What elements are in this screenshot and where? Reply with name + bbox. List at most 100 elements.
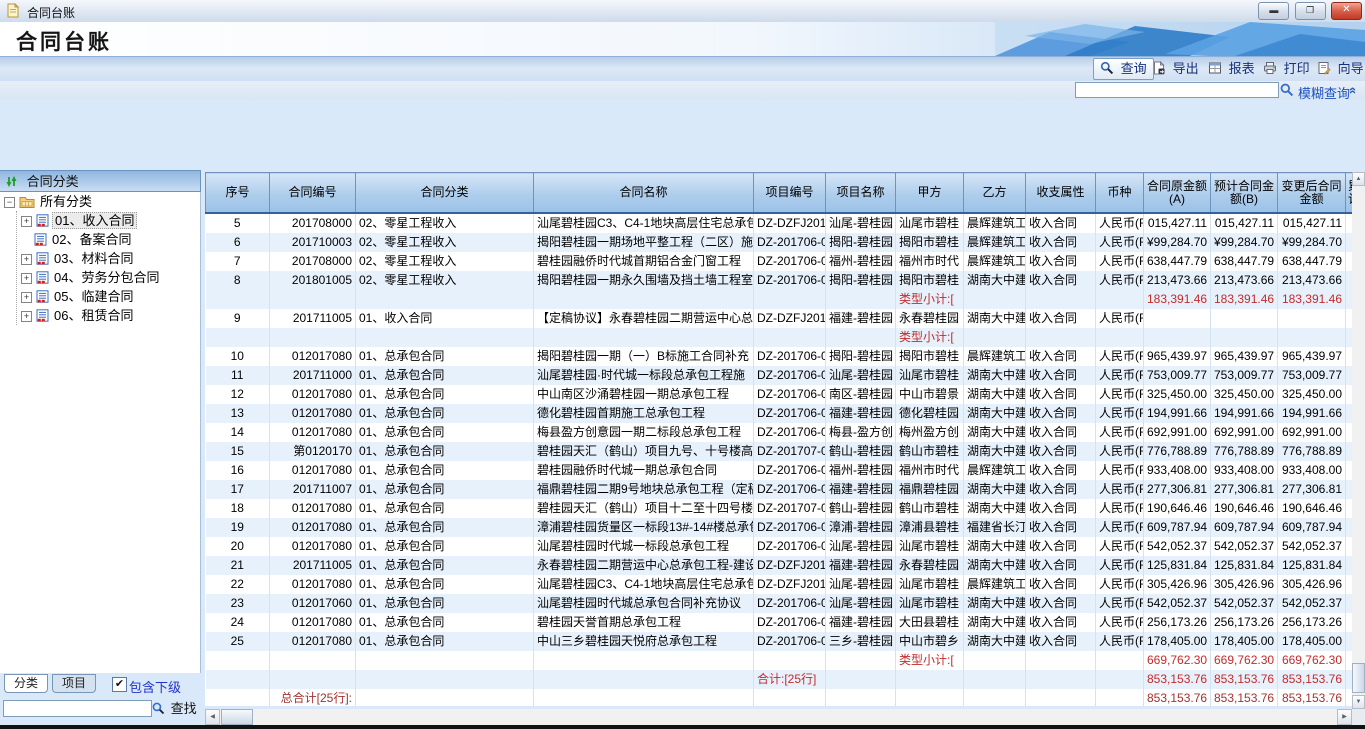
- table-row[interactable]: 15第012017001、总承包合同碧桂园天汇（鹤山）项目九号、十号楼高DZ-2…: [206, 442, 1353, 461]
- column-header[interactable]: 项目编号: [754, 173, 826, 214]
- scroll-down-icon[interactable]: ▼: [1352, 695, 1365, 709]
- print-button[interactable]: 打印: [1263, 59, 1310, 79]
- tree-item-temporary[interactable]: +05、临建合同: [21, 287, 200, 306]
- column-header[interactable]: 预计合同金额(B): [1211, 173, 1278, 214]
- collapse-expander-icon[interactable]: −: [4, 197, 15, 208]
- include-sub-label: 包含下级: [129, 677, 181, 696]
- expand-icon[interactable]: +: [21, 216, 32, 227]
- magnifier-icon: [1100, 61, 1114, 75]
- tree-root[interactable]: − 所有分类: [0, 192, 200, 211]
- wizard-icon: [1317, 61, 1331, 75]
- contract-table: 序号合同编号合同分类合同名称项目编号项目名称甲方乙方收支属性币种合同原金额(A)…: [205, 172, 1352, 706]
- tree-item-income[interactable]: +01、收入合同: [21, 211, 200, 230]
- magnifier-icon: [152, 702, 165, 715]
- vertical-scrollbar[interactable]: ▲ ▼: [1352, 172, 1365, 709]
- column-header[interactable]: 合同编号: [270, 173, 356, 214]
- expand-icon[interactable]: +: [21, 311, 32, 322]
- find-button[interactable]: 查找: [152, 699, 197, 718]
- table-row[interactable]: 1720171100701、总承包合同福鼎碧桂园二期9号地块总承包工程（定稿DZ…: [206, 480, 1353, 499]
- page-title: 合同台账: [16, 26, 112, 56]
- tree-item-lease[interactable]: +06、租赁合同: [21, 306, 200, 325]
- query-button[interactable]: 查询: [1093, 58, 1154, 80]
- table-row[interactable]: 2501201708001、总承包合同中山三乡碧桂园天悦府总承包工程DZ-201…: [206, 632, 1353, 651]
- summary-row[interactable]: 类型小计:[: [206, 328, 1353, 347]
- table-row[interactable]: 1201201708001、总承包合同中山南区沙涌碧桂园一期总承包工程DZ-20…: [206, 385, 1353, 404]
- include-sub-checkbox[interactable]: ✔: [112, 677, 127, 692]
- close-button[interactable]: ✕: [1331, 2, 1362, 20]
- table-row[interactable]: 2001201708001、总承包合同汕尾碧桂园时代城一标段总承包工程DZ-20…: [206, 537, 1353, 556]
- table-row[interactable]: 2120171100501、总承包合同永春碧桂园二期营运中心总承包工程-建设DZ…: [206, 556, 1353, 575]
- table-row[interactable]: 2201201708001、总承包合同汕尾碧桂园C3、C4-1地块高层住宅总承包…: [206, 575, 1353, 594]
- table-row[interactable]: 1401201708001、总承包合同梅县盈方创意园一期二标段总承包工程DZ-2…: [206, 423, 1353, 442]
- report-icon: [1208, 61, 1222, 75]
- scroll-up-icon[interactable]: ▲: [1352, 172, 1365, 186]
- sidebar-tabs: 分类项目 ✔ 包含下级: [0, 674, 201, 695]
- table-row[interactable]: 1301201708001、总承包合同德化碧桂园首期施工总承包工程DZ-2017…: [206, 404, 1353, 423]
- ledger-icon: [36, 271, 49, 284]
- expand-icon[interactable]: +: [21, 254, 32, 265]
- scroll-right-icon[interactable]: ▶: [1337, 709, 1352, 725]
- table-row[interactable]: 920171100501、收入合同【定稿协议】永春碧桂园二期营运中心总DZ-DZ…: [206, 309, 1353, 328]
- report-button[interactable]: 报表: [1208, 59, 1255, 79]
- tree-root-label: 所有分类: [38, 194, 94, 209]
- table-row[interactable]: 1120171100001、总承包合同汕尾碧桂园·时代城一标段总承包工程施DZ-…: [206, 366, 1353, 385]
- ledger-icon: [36, 309, 49, 322]
- table-row[interactable]: 620171000302、零星工程收入揭阳碧桂园一期场地平整工程（二区）施DZ-…: [206, 233, 1353, 252]
- restore-button[interactable]: ❐: [1295, 2, 1326, 20]
- table-row[interactable]: 820180100502、零星工程收入揭阳碧桂园一期永久围墙及挡土墙工程室DZ-…: [206, 271, 1353, 290]
- table-row[interactable]: 2401201708001、总承包合同碧桂园天誉首期总承包工程DZ-201706…: [206, 613, 1353, 632]
- table-row[interactable]: 1001201708001、总承包合同揭阳碧桂园一期（一）B标施工合同补充DZ-…: [206, 347, 1353, 366]
- table-row[interactable]: 1801201708001、总承包合同碧桂园天汇（鹤山）项目十二至十四号楼DZ-…: [206, 499, 1353, 518]
- ledger-icon: [36, 252, 49, 265]
- app-icon: [5, 3, 20, 18]
- refresh-icon[interactable]: [6, 175, 17, 188]
- horizontal-scrollbar[interactable]: ◀ ▶: [205, 709, 1352, 725]
- ledger-icon: [34, 233, 47, 246]
- column-header[interactable]: 变更后合同金额: [1278, 173, 1346, 214]
- scroll-left-icon[interactable]: ◀: [205, 709, 220, 725]
- summary-row[interactable]: 类型小计:[183,391.46183,391.46183,391.46: [206, 290, 1353, 309]
- tree-item-record[interactable]: 02、备案合同: [21, 230, 200, 249]
- column-header[interactable]: 序号: [206, 173, 270, 214]
- minimize-button[interactable]: ▬: [1258, 2, 1289, 20]
- expand-icon[interactable]: +: [21, 292, 32, 303]
- collapse-chevron-icon[interactable]: «: [1346, 87, 1361, 94]
- summary-row[interactable]: 合计:[25行]853,153.76853,153.76853,153.76: [206, 670, 1353, 689]
- window-title: 合同台账: [27, 4, 75, 21]
- category-search-input[interactable]: [3, 700, 152, 717]
- sidebar-header: 合同分类: [0, 170, 201, 192]
- expand-icon[interactable]: +: [21, 273, 32, 284]
- column-header[interactable]: 币种: [1096, 173, 1144, 214]
- column-header[interactable]: 项目名称: [826, 173, 896, 214]
- table-row[interactable]: 2301201706001、总承包合同汕尾碧桂园时代城总承包合同补充协议DZ-2…: [206, 594, 1353, 613]
- scrollbar-corner: [1352, 709, 1365, 725]
- table-row[interactable]: 1901201708001、总承包合同漳浦碧桂园货量区一标段13#-14#楼总承…: [206, 518, 1353, 537]
- column-header[interactable]: 乙方: [964, 173, 1026, 214]
- column-header[interactable]: 合同名称: [534, 173, 754, 214]
- main-toolbar: 查询 导出 报表 打印 向导: [0, 56, 1365, 82]
- ledger-icon: [36, 214, 49, 227]
- column-header[interactable]: 合同原金额(A): [1144, 173, 1211, 214]
- column-header[interactable]: 合同分类: [356, 173, 534, 214]
- tab-category[interactable]: 分类: [4, 674, 48, 693]
- summary-row[interactable]: 总合计[25行]:853,153.76853,153.76853,153.76: [206, 689, 1353, 706]
- fuzzy-search-input[interactable]: [1075, 82, 1279, 98]
- column-header[interactable]: 收支属性: [1026, 173, 1096, 214]
- wizard-button[interactable]: 向导: [1317, 59, 1364, 79]
- tab-project[interactable]: 项目: [52, 674, 96, 693]
- tree-item-labor[interactable]: +04、劳务分包合同: [21, 268, 200, 287]
- table-row[interactable]: 720170800002、零星工程收入碧桂园融侨时代城首期铝合金门窗工程DZ-2…: [206, 252, 1353, 271]
- export-icon: [1152, 61, 1166, 75]
- tree-item-material[interactable]: +03、材料合同: [21, 249, 200, 268]
- table-row[interactable]: 1601201708001、总承包合同碧桂园融侨时代城一期总承包合同DZ-201…: [206, 461, 1353, 480]
- summary-row[interactable]: 类型小计:[669,762.30669,762.30669,762.30: [206, 651, 1353, 670]
- export-button[interactable]: 导出: [1152, 59, 1199, 79]
- horizontal-scroll-thumb[interactable]: [221, 709, 253, 725]
- page-header: 合同台账: [0, 22, 1365, 56]
- column-header[interactable]: 甲方: [896, 173, 964, 214]
- vertical-scroll-thumb[interactable]: [1352, 663, 1365, 693]
- ledger-icon: [36, 290, 49, 303]
- table-row[interactable]: 520170800002、零星工程收入汕尾碧桂园C3、C4-1地块高层住宅总承包…: [206, 213, 1353, 233]
- header-decoration: [995, 22, 1365, 56]
- sidebar-search: 查找: [0, 697, 201, 723]
